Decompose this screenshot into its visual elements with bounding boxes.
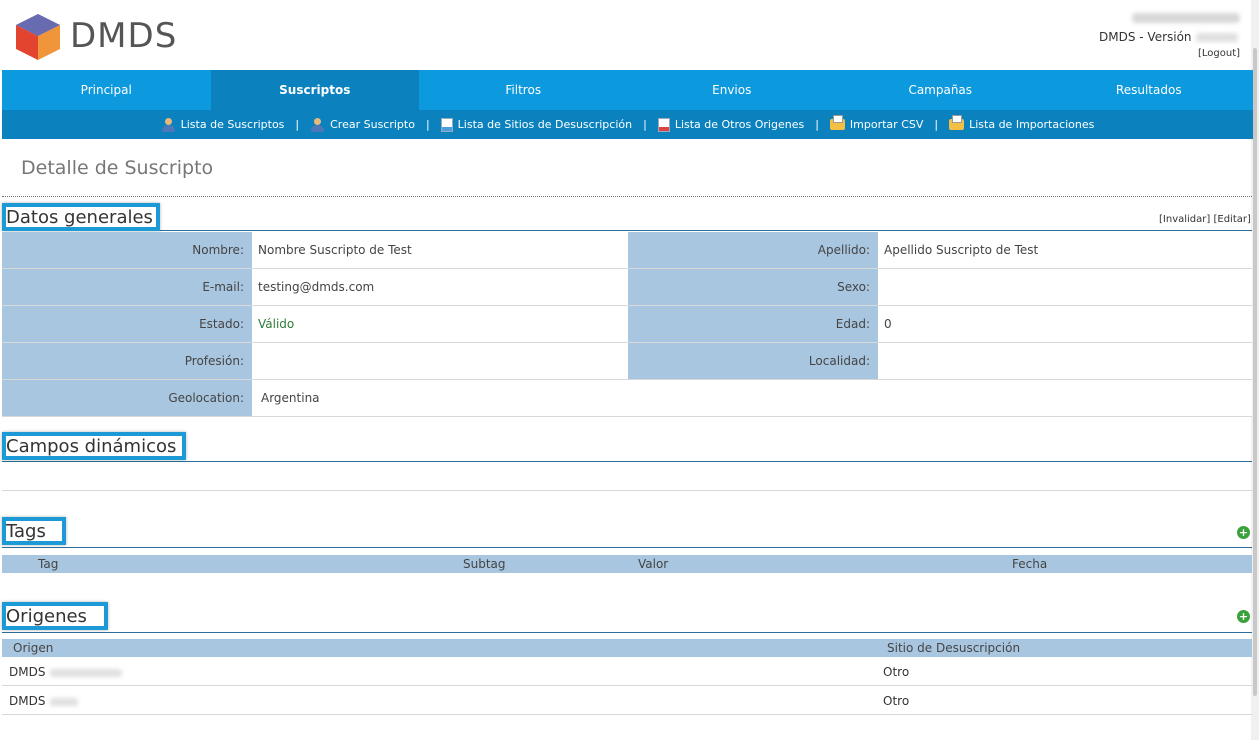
origen-cell: DMDS (9, 665, 123, 679)
section-campos-dinamicos: Campos dinámicos (2, 432, 186, 460)
divider (2, 461, 1252, 462)
origen-value: DMDS (9, 665, 46, 679)
separator: | (934, 118, 939, 131)
section-origenes: Origenes (2, 602, 108, 630)
logout-link[interactable]: [Logout] (1198, 48, 1240, 59)
nombre-label: Nombre: (2, 232, 252, 268)
origen-cell: DMDS (9, 694, 79, 708)
editar-link[interactable]: [Editar] (1213, 214, 1250, 225)
column-header: Origen (13, 641, 54, 655)
table-row: Geolocation: Argentina (2, 380, 1252, 417)
subnav-sitios-desuscripcion[interactable]: Lista de Sitios de Desuscripción (440, 117, 633, 132)
estado-label: Estado: (2, 306, 252, 342)
sitio-cell: Otro (883, 694, 910, 708)
folder-list-icon (949, 115, 965, 130)
nav-envios[interactable]: Envios (628, 70, 837, 110)
blurred-text (50, 697, 79, 706)
origenes-table-header: Origen Sitio de Desuscripción (2, 639, 1252, 657)
add-tag-icon[interactable]: + (1237, 526, 1250, 539)
table-row: Nombre: Nombre Suscripto de Test Apellid… (2, 232, 1252, 269)
column-header: Fecha (1012, 557, 1048, 571)
subnav-label: Crear Suscripto (330, 118, 415, 131)
section-datos-generales: Datos generales (2, 203, 160, 231)
user-add-icon (310, 117, 325, 132)
dmds-logo-icon (16, 14, 60, 60)
version-label: DMDS - Versión (1099, 30, 1192, 44)
divider (2, 230, 1252, 231)
column-header: Subtag (463, 557, 506, 571)
divider (2, 490, 1252, 491)
tags-table-header: Tag Subtag Valor Fecha (2, 555, 1252, 573)
nav-principal[interactable]: Principal (2, 70, 211, 110)
subnav-label: Lista de Otros Origenes (674, 118, 805, 131)
subnav-importar-csv[interactable]: Importar CSV (829, 115, 924, 131)
geolocation-label: Geolocation: (2, 380, 252, 416)
invalidar-link[interactable]: [Invalidar] (1159, 214, 1210, 225)
document-red-icon (657, 117, 670, 132)
sub-nav: Lista de Suscriptos | Crear Suscripto | … (2, 110, 1253, 139)
sitio-cell: Otro (883, 665, 910, 679)
sexo-value (878, 269, 1252, 305)
table-row: Estado: Válido Edad: 0 (2, 306, 1252, 343)
subnav-label: Importar CSV (849, 118, 924, 131)
subnav-label: Lista de Importaciones (969, 118, 1095, 131)
header: DMDS DMDS - Versión [Logout] (0, 0, 1259, 70)
nav-resultados[interactable]: Resultados (1045, 70, 1254, 110)
localidad-value (878, 343, 1252, 379)
apellido-value: Apellido Suscripto de Test (878, 232, 1252, 268)
subnav-lista-suscriptos[interactable]: Lista de Suscriptos (161, 117, 285, 132)
separator: | (295, 118, 300, 131)
nav-filtros[interactable]: Filtros (419, 70, 628, 110)
separator: | (815, 118, 819, 131)
separator: | (643, 118, 647, 131)
column-header: Sitio de Desuscripción (887, 641, 1021, 655)
table-row: Profesión: Localidad: (2, 343, 1252, 380)
scrollbar-thumb[interactable] (1253, 48, 1257, 696)
edad-value: 0 (878, 306, 1252, 342)
email-label: E-mail: (2, 269, 252, 305)
section-tags: Tags (2, 517, 66, 545)
edad-label: Edad: (628, 306, 878, 342)
subnav-lista-importaciones[interactable]: Lista de Importaciones (949, 115, 1095, 131)
column-header: Valor (638, 557, 669, 571)
column-header: Tag (38, 557, 59, 571)
user-icon (161, 117, 176, 132)
divider (2, 547, 1252, 548)
subnav-label: Lista de Suscriptos (180, 118, 285, 131)
nombre-value: Nombre Suscripto de Test (252, 232, 628, 268)
divider (2, 196, 1252, 197)
nav-campanas[interactable]: Campañas (836, 70, 1045, 110)
table-row: DMDS Otro (2, 686, 1252, 715)
subnav-otros-origenes[interactable]: Lista de Otros Origenes (657, 117, 805, 132)
sexo-label: Sexo: (628, 269, 878, 305)
main-nav: Principal Suscriptos Filtros Envios Camp… (2, 70, 1253, 110)
table-row: E-mail: testing@dmds.com Sexo: (2, 269, 1252, 306)
add-origen-icon[interactable]: + (1237, 610, 1250, 623)
subnav-label: Lista de Sitios de Desuscripción (457, 118, 633, 131)
origen-value: DMDS (9, 694, 46, 708)
profesion-value (252, 343, 628, 379)
apellido-label: Apellido: (628, 232, 878, 268)
page-title: Detalle de Suscripto (21, 157, 214, 179)
subnav-crear-suscripto[interactable]: Crear Suscripto (310, 117, 415, 132)
divider (2, 632, 1252, 633)
localidad-label: Localidad: (628, 343, 878, 379)
welcome-text-blurred (1132, 13, 1240, 23)
subscriber-details: Nombre: Nombre Suscripto de Test Apellid… (2, 232, 1252, 417)
separator: | (425, 118, 430, 131)
blurred-text (50, 668, 123, 677)
version-number-blurred (1196, 33, 1238, 42)
email-value: testing@dmds.com (252, 269, 628, 305)
logo-text: DMDS (70, 16, 178, 56)
section-actions: [Invalidar] [Editar] (1159, 214, 1251, 225)
nav-suscriptos[interactable]: Suscriptos (210, 70, 419, 110)
estado-value: Válido (252, 306, 628, 342)
document-icon (440, 117, 453, 132)
folder-import-icon (829, 115, 845, 130)
geolocation-value: Argentina (252, 380, 1252, 416)
profesion-label: Profesión: (2, 343, 252, 379)
table-row: DMDS Otro (2, 657, 1252, 686)
